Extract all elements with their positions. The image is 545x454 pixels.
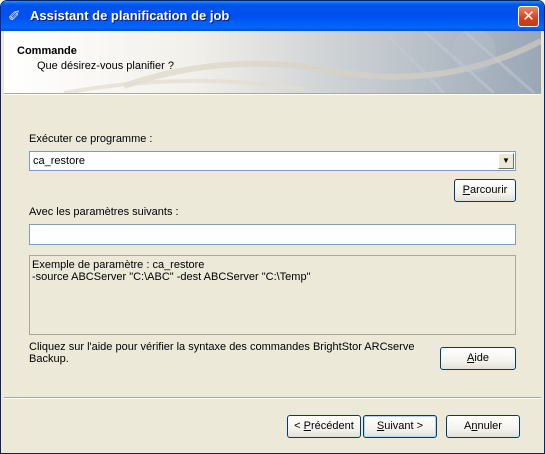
close-button[interactable]: ✕ xyxy=(518,6,539,27)
example-line-2: -source ABCServer "C:\ABC" -dest ABCServ… xyxy=(32,271,311,283)
example-panel: Exemple de paramètre : ca_restore -sourc… xyxy=(29,255,516,335)
parameters-input[interactable] xyxy=(29,224,516,245)
step-subtitle: Que désirez-vous planifier ? xyxy=(37,60,174,72)
wizard-window: ✐ Assistant de planification de job ✕ Co… xyxy=(0,0,545,454)
help-text-line-2: Backup. xyxy=(29,353,69,365)
cancel-button[interactable]: Annuler xyxy=(446,415,520,438)
wizard-icon: ✐ xyxy=(8,7,21,25)
program-combobox[interactable]: ca_restore ▼ xyxy=(29,151,516,171)
parameters-label: Avec les paramètres suivants : xyxy=(29,206,179,218)
close-icon: ✕ xyxy=(522,7,535,25)
wizard-header: Commande Que désirez-vous planifier ? xyxy=(4,31,541,93)
help-text-line-1: Cliquez sur l'aide pour vérifier la synt… xyxy=(29,341,415,353)
back-prefix: < xyxy=(294,420,304,432)
browse-mnemonic: P xyxy=(462,184,471,196)
dropdown-arrow-icon[interactable]: ▼ xyxy=(498,153,514,169)
help-label: ide xyxy=(474,352,490,364)
back-label: récédent xyxy=(311,420,354,432)
browse-label: arcourir xyxy=(470,184,508,196)
next-label: uivant > xyxy=(384,420,424,432)
browse-button[interactable]: Parcourir xyxy=(454,179,516,202)
footer-divider xyxy=(4,397,541,399)
step-title: Commande xyxy=(17,45,77,57)
example-line-1: Exemple de paramètre : ca_restore xyxy=(32,259,205,271)
back-button[interactable]: < Précédent xyxy=(287,415,361,438)
title-bar[interactable]: ✐ Assistant de planification de job ✕ xyxy=(1,1,544,31)
header-divider xyxy=(4,93,541,95)
help-button[interactable]: Aide xyxy=(440,347,516,370)
cancel-label: nuler xyxy=(477,420,502,432)
next-button[interactable]: Suivant > xyxy=(363,415,437,438)
program-label: Exécuter ce programme : xyxy=(29,133,153,145)
back-mnemonic: P xyxy=(303,420,311,432)
window-title: Assistant de planification de job xyxy=(30,8,230,23)
program-value: ca_restore xyxy=(33,155,85,167)
